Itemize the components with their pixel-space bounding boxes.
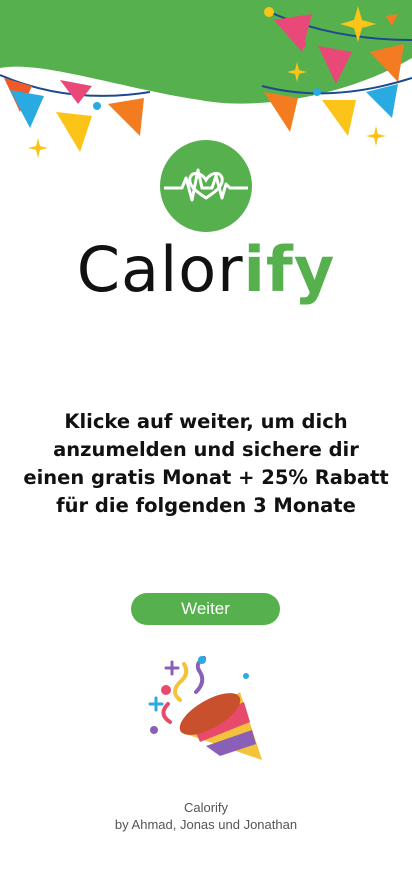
app-logo xyxy=(160,140,252,232)
continue-button[interactable]: Weiter xyxy=(131,593,280,625)
confetti-dot xyxy=(264,7,274,17)
party-popper-icon xyxy=(148,656,262,760)
heart-pulse-icon xyxy=(164,168,248,202)
sparkle-icon xyxy=(28,138,48,158)
confetti-dot xyxy=(313,88,321,96)
footer: Calorify by Ahmad, Jonas und Jonathan xyxy=(0,799,412,833)
footer-credits: by Ahmad, Jonas und Jonathan xyxy=(114,817,298,832)
brand-title-part-1: Calor xyxy=(76,233,244,306)
confetti-dot xyxy=(93,102,101,110)
sparkle-icon xyxy=(366,126,386,146)
brand-title: Calorify xyxy=(0,233,412,307)
flag xyxy=(10,90,44,128)
flag xyxy=(60,80,92,104)
flag xyxy=(108,98,144,136)
flag xyxy=(322,100,356,136)
flag xyxy=(264,92,298,132)
flag xyxy=(56,112,92,152)
brand-title-part-2: ify xyxy=(243,233,336,306)
promo-message: Klicke auf weiter, um dich anzumelden un… xyxy=(23,410,389,517)
footer-app-name: Calorify xyxy=(183,800,229,815)
confetti-dot xyxy=(298,40,306,48)
